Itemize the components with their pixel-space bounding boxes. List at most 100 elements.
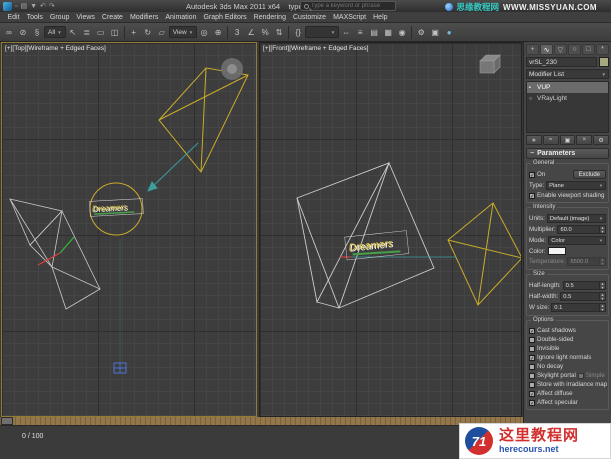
transform-axis-gizmo[interactable] <box>37 236 75 266</box>
double-sided-checkbox[interactable] <box>529 336 535 343</box>
select-and-move-icon[interactable]: + <box>127 25 141 40</box>
select-object-icon[interactable]: ↖ <box>66 25 80 40</box>
cast-shadows-checkbox[interactable]: ✓ <box>529 327 535 335</box>
view-navigation-gizmo[interactable] <box>221 58 243 80</box>
object-color-swatch[interactable] <box>599 57 609 67</box>
align-icon[interactable]: ≡ <box>353 25 367 40</box>
selection-filter-dropdown[interactable]: All ▼ <box>44 26 66 38</box>
yellow-light-plane-wireframe[interactable] <box>447 202 521 306</box>
unlink-selection-icon[interactable]: ⊘ <box>16 25 30 40</box>
undo-icon[interactable]: ↶ <box>40 3 46 10</box>
window-crossing-icon[interactable]: ◫ <box>108 25 122 40</box>
application-menu-icon[interactable] <box>3 1 12 11</box>
letter-wireframes[interactable] <box>9 198 101 310</box>
menu-item-edit[interactable]: Edit <box>4 14 23 21</box>
view-cube-gizmo[interactable] <box>479 54 501 74</box>
curve-editor-icon[interactable]: ▦ <box>381 25 395 40</box>
viewport-shading-checkbox[interactable]: ✓ <box>529 192 535 200</box>
mirror-icon[interactable]: ⇔ <box>339 25 353 40</box>
yellow-light-plane-wireframe[interactable] <box>158 67 249 173</box>
half-width-value[interactable]: 0.5 <box>560 292 600 301</box>
new-scene-icon[interactable]: ▫ <box>15 3 17 10</box>
select-by-name-icon[interactable]: ≣ <box>80 25 94 40</box>
angle-snap-icon[interactable]: ∠ <box>244 25 258 40</box>
menu-item-customize[interactable]: Customize <box>289 14 329 21</box>
text-logo-preview[interactable]: Dreamers Dreamers <box>344 230 410 261</box>
menu-item-modifiers[interactable]: Modifiers <box>126 14 161 21</box>
menu-item-maxscript[interactable]: MAXScript <box>330 14 370 21</box>
multiplier-spinner[interactable]: 60.0 ▲ ▼ <box>557 225 606 234</box>
viewport-top-label[interactable]: [+][Top][Wireframe + Edged Faces] <box>5 45 106 52</box>
redo-icon[interactable]: ↷ <box>49 3 55 10</box>
half-length-spinner[interactable]: 0.5 ▲ ▼ <box>562 281 606 290</box>
search-input[interactable] <box>311 3 392 9</box>
viewport-front-label[interactable]: [+][Front][Wireframe + Edged Faces] <box>263 45 369 52</box>
select-and-manipulate-icon[interactable]: ⊕ <box>211 25 225 40</box>
menu-item-create[interactable]: Create <box>98 14 126 21</box>
material-editor-icon[interactable]: ◉ <box>395 25 409 40</box>
menu-item-rendering[interactable]: Rendering <box>250 14 289 21</box>
snaps-toggle-icon[interactable]: 3 <box>230 25 244 40</box>
viewport-front[interactable]: [+][Front][Wireframe + Edged Faces] Drea… <box>259 42 522 417</box>
text-logo-preview[interactable]: Dreamers Dreamers <box>89 198 144 217</box>
store-with-irradiance-map-checkbox[interactable] <box>529 381 535 388</box>
rendered-frame-icon[interactable]: ▣ <box>428 25 442 40</box>
select-and-link-icon[interactable]: ∞ <box>2 25 16 40</box>
display-tab[interactable]: □ <box>582 44 595 55</box>
create-tab[interactable]: + <box>526 44 539 55</box>
menu-item-group[interactable]: Group <box>46 14 72 21</box>
pin-stack-button[interactable]: ∗ <box>526 135 542 145</box>
make-unique-button[interactable]: ▣ <box>559 135 576 145</box>
use-pivot-point-icon[interactable]: ◎ <box>197 25 211 40</box>
motion-tab[interactable]: ○ <box>568 44 581 55</box>
spinner-arrows-icon[interactable]: ▲ ▼ <box>600 281 606 290</box>
percent-snap-icon[interactable]: % <box>258 25 272 40</box>
modify-tab[interactable]: ∿ <box>540 44 553 55</box>
spinner-snap-icon[interactable]: ⇅ <box>272 25 286 40</box>
track-bar[interactable] <box>0 417 523 425</box>
menu-item-animation[interactable]: Animation <box>162 14 200 21</box>
affect-diffuse-checkbox[interactable]: ✓ <box>529 390 535 398</box>
stack-item[interactable]: ○ VRayLight <box>527 93 608 104</box>
on-checkbox[interactable]: ✓ <box>529 171 535 179</box>
viewport-top[interactable]: [+][Top][Wireframe + Edged Faces] Dreame… <box>1 42 257 417</box>
reference-coordinate-dropdown[interactable]: View ▼ <box>168 26 198 38</box>
spinner-arrows-icon[interactable]: ▲ ▼ <box>600 225 606 234</box>
select-and-scale-icon[interactable]: ▱ <box>155 25 169 40</box>
type-dropdown[interactable]: Plane ▼ <box>546 181 606 190</box>
letter-wireframes[interactable] <box>296 161 435 309</box>
parameters-rollout-header[interactable]: − Parameters <box>526 148 609 159</box>
modifier-list-dropdown[interactable]: Modifier List ▼ <box>526 69 609 79</box>
infocenter-search[interactable] <box>300 1 396 11</box>
edit-named-selection-sets-icon[interactable]: {} <box>291 25 305 40</box>
half-width-spinner[interactable]: 0.5 ▲ ▼ <box>560 292 606 301</box>
open-file-icon[interactable]: ▤ <box>20 3 27 10</box>
menu-item-graph-editors[interactable]: Graph Editors <box>200 14 250 21</box>
save-file-icon[interactable]: ▼ <box>30 3 37 10</box>
light-target-icon[interactable] <box>113 362 127 374</box>
exclude-button[interactable]: Exclude <box>572 170 606 179</box>
layer-manager-icon[interactable]: ▤ <box>367 25 381 40</box>
menu-item-tools[interactable]: Tools <box>23 14 46 21</box>
stack-item[interactable]: ▪ VUP <box>527 82 608 93</box>
time-slider-handle[interactable] <box>1 417 13 425</box>
bind-to-space-warp-icon[interactable]: § <box>30 25 44 40</box>
spinner-arrows-icon[interactable]: ▲ ▼ <box>600 303 606 312</box>
invisible-checkbox[interactable] <box>529 345 535 352</box>
show-end-result-button[interactable]: ≈ <box>542 135 559 145</box>
menu-item-views[interactable]: Views <box>73 14 99 21</box>
ignore-light-normals-checkbox[interactable]: ✓ <box>529 354 535 362</box>
skylight-portal-checkbox[interactable] <box>529 372 535 379</box>
menu-item-help[interactable]: Help <box>370 14 391 21</box>
half-length-value[interactable]: 0.5 <box>562 281 600 290</box>
utilities-tab[interactable]: * <box>596 44 609 55</box>
render-setup-icon[interactable]: ⚙ <box>414 25 428 40</box>
mode-dropdown[interactable]: Color ▼ <box>548 236 606 245</box>
render-production-icon[interactable]: ● <box>442 25 456 40</box>
select-and-rotate-icon[interactable]: ↻ <box>141 25 155 40</box>
light-color-swatch[interactable] <box>547 247 566 255</box>
configure-modifier-sets-button[interactable]: ⚙ <box>593 135 609 145</box>
w-size-value[interactable]: 0.1 <box>551 303 600 312</box>
affect-specular-checkbox[interactable]: ✓ <box>529 399 535 407</box>
w-size-spinner[interactable]: 0.1 ▲ ▼ <box>551 303 606 312</box>
